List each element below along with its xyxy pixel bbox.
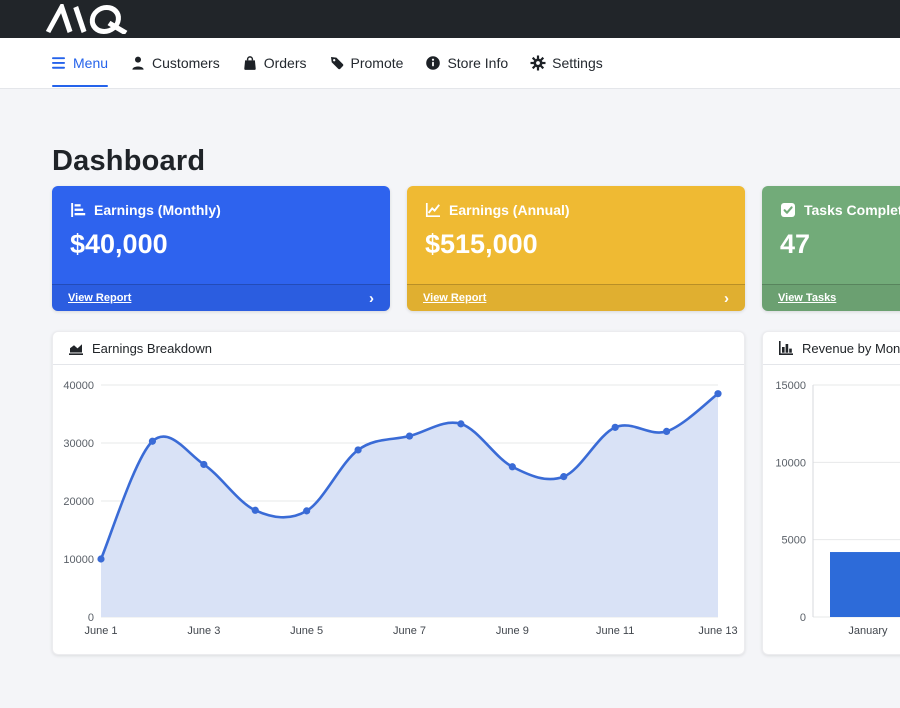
nav-item-settings[interactable]: Settings <box>530 38 603 88</box>
nav-item-promote[interactable]: Promote <box>329 38 404 88</box>
main-nav: Menu Customers Orders Promote Store Info <box>0 38 900 89</box>
stat-card-footer: View Report › <box>407 284 745 311</box>
svg-text:0: 0 <box>800 612 806 624</box>
svg-text:June 9: June 9 <box>496 625 529 637</box>
charts-row: Earnings Breakdown 0 10000 20000 30000 40000… <box>52 331 900 655</box>
nav-label: Settings <box>552 55 603 71</box>
stat-card-title: Earnings (Annual) <box>449 202 570 218</box>
svg-text:40000: 40000 <box>63 380 94 392</box>
view-report-link[interactable]: View Report <box>68 292 131 304</box>
stat-card-value: $40,000 <box>70 229 372 260</box>
svg-text:20000: 20000 <box>63 496 94 508</box>
nav-item-menu[interactable]: Menu <box>52 38 108 88</box>
stat-card-title: Tasks Completed <box>804 202 900 218</box>
svg-text:June 5: June 5 <box>290 625 323 637</box>
svg-text:0: 0 <box>88 612 94 624</box>
person-icon <box>130 55 146 71</box>
nav-item-store-info[interactable]: Store Info <box>425 38 508 88</box>
svg-text:30000: 30000 <box>63 438 94 450</box>
revenue-by-month-card: Revenue by Month 0 5000 10000 15000 January <box>762 331 900 655</box>
chart-title: Revenue by Month <box>802 341 900 356</box>
nav-label: Promote <box>351 55 404 71</box>
view-tasks-link[interactable]: View Tasks <box>778 292 836 304</box>
nav-item-customers[interactable]: Customers <box>130 38 220 88</box>
svg-text:10000: 10000 <box>775 457 806 469</box>
stat-card-footer: View Report › <box>52 284 390 311</box>
svg-text:January: January <box>848 625 888 637</box>
bar-chart-axis-icon <box>778 340 794 356</box>
svg-text:June 1: June 1 <box>84 625 117 637</box>
line-chart-icon <box>425 202 441 218</box>
stat-cards-row: Earnings (Monthly) $40,000 View Report ›… <box>52 186 900 311</box>
view-report-link[interactable]: View Report <box>423 292 486 304</box>
hamburger-icon <box>52 56 67 70</box>
earnings-annual-card: Earnings (Annual) $515,000 View Report › <box>407 186 745 311</box>
info-icon <box>425 55 441 71</box>
nav-label: Store Info <box>447 55 508 71</box>
earnings-breakdown-area-chart: 0 10000 20000 30000 40000 June 1 June 3 June 5 J… <box>53 365 745 654</box>
svg-text:5000: 5000 <box>782 535 806 547</box>
nav-item-orders[interactable]: Orders <box>242 38 307 88</box>
bar-chart-icon <box>70 202 86 218</box>
check-square-icon <box>780 202 796 218</box>
svg-text:June 13: June 13 <box>698 625 737 637</box>
page-title: Dashboard <box>52 145 900 178</box>
dashboard-content: Dashboard Earnings (Monthly) $40,000 Vie… <box>0 145 900 655</box>
stat-card-title: Earnings (Monthly) <box>94 202 221 218</box>
nav-label: Menu <box>73 55 108 71</box>
earnings-monthly-card: Earnings (Monthly) $40,000 View Report › <box>52 186 390 311</box>
svg-text:15000: 15000 <box>775 380 806 392</box>
area-chart-icon <box>68 340 84 356</box>
app-logo[interactable] <box>45 4 137 34</box>
bag-icon <box>242 55 258 71</box>
chart-title: Earnings Breakdown <box>92 341 212 356</box>
tasks-completed-card: Tasks Completed 47 View Tasks › <box>762 186 900 311</box>
chevron-right-icon[interactable]: › <box>724 291 729 306</box>
stat-card-value: $515,000 <box>425 229 727 260</box>
nav-label: Orders <box>264 55 307 71</box>
chevron-right-icon[interactable]: › <box>369 291 374 306</box>
gear-icon <box>530 55 546 71</box>
earnings-breakdown-card: Earnings Breakdown 0 10000 20000 30000 40000… <box>52 331 745 655</box>
revenue-by-month-bar-chart: 0 5000 10000 15000 January <box>763 365 900 654</box>
tag-icon <box>329 55 345 71</box>
nav-label: Customers <box>152 55 220 71</box>
stat-card-value: 47 <box>780 229 900 260</box>
stat-card-footer: View Tasks › <box>762 284 900 311</box>
svg-text:June 3: June 3 <box>187 625 220 637</box>
svg-text:June 11: June 11 <box>596 625 634 637</box>
svg-text:June 7: June 7 <box>393 625 426 637</box>
top-app-bar <box>0 0 900 38</box>
svg-text:10000: 10000 <box>63 554 94 566</box>
